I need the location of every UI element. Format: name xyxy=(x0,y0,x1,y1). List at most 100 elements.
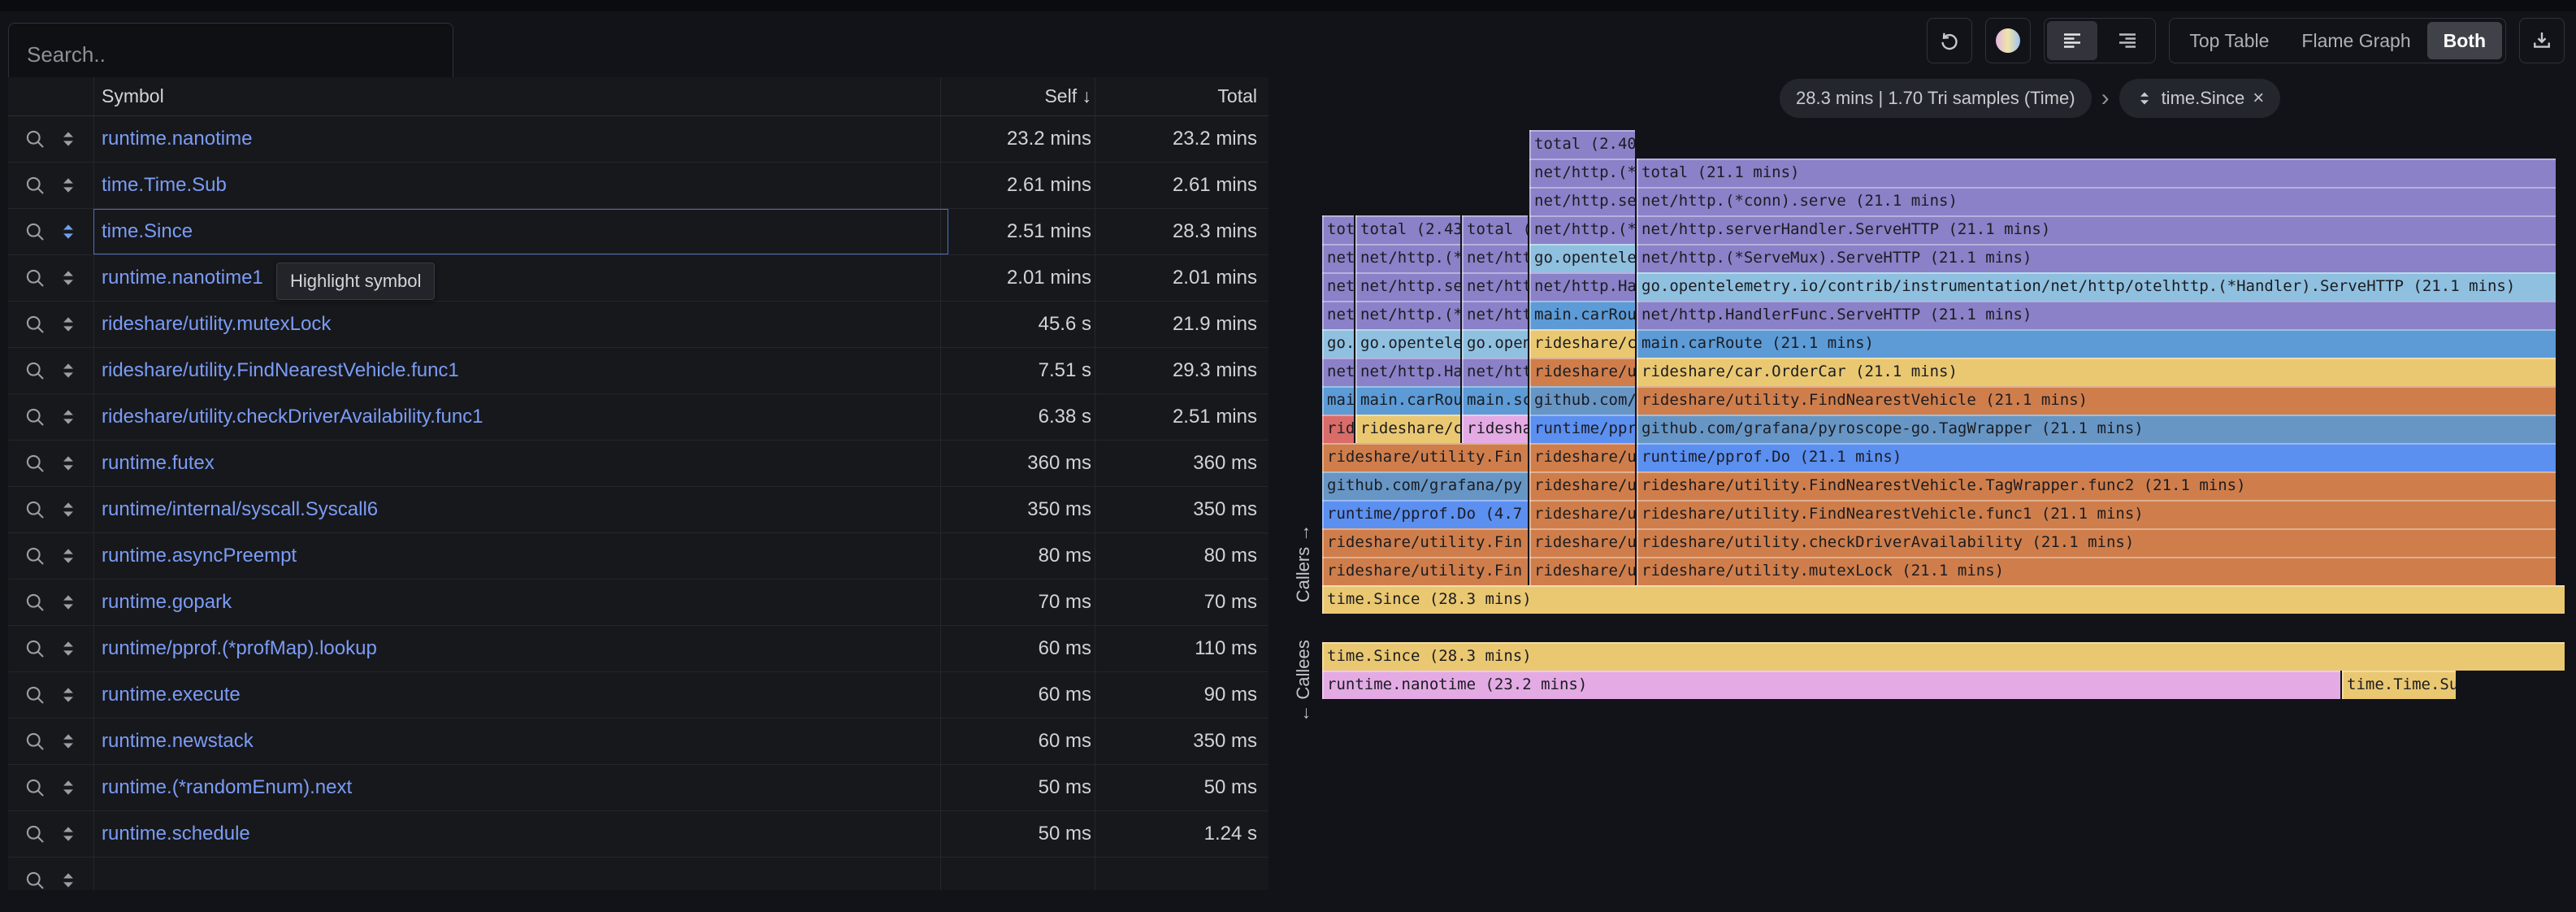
flame-block[interactable]: tot xyxy=(1322,215,1354,244)
flame-block[interactable]: runtime/pprof.Do (21.1 mins) xyxy=(1637,443,2556,471)
magnifier-icon[interactable] xyxy=(24,359,46,382)
flame-block[interactable]: rideshare/utility.FindNearestVehicle.fun… xyxy=(1637,500,2556,528)
updown-icon[interactable] xyxy=(58,777,79,798)
flame-block[interactable]: rideshare/car.OrderCar (21.1 mins) xyxy=(1637,358,2556,386)
updown-icon[interactable] xyxy=(58,638,79,659)
flame-block[interactable]: net xyxy=(1322,272,1354,301)
flame-block[interactable]: github.com/ xyxy=(1529,386,1635,415)
magnifier-icon[interactable] xyxy=(24,730,46,753)
flame-block[interactable]: net/http.Ha xyxy=(1529,272,1635,301)
flame-block[interactable]: rideshare/c xyxy=(1355,415,1460,443)
symbol-link[interactable]: runtime.(*randomEnum).next xyxy=(93,765,948,810)
magnifier-icon[interactable] xyxy=(24,452,46,475)
flame-block[interactable]: rideshare/c xyxy=(1529,329,1635,358)
symbol-link[interactable]: runtime.gopark xyxy=(93,580,948,625)
flame-block[interactable]: main.carRoute (21.1 mins) xyxy=(1637,329,2556,358)
flame-block[interactable]: rideshare/utility.FindNearestVehicle (21… xyxy=(1637,386,2556,415)
flame-block[interactable]: github.com/grafana/py xyxy=(1322,471,1528,500)
header-symbol[interactable]: Symbol xyxy=(93,85,948,107)
updown-icon[interactable] xyxy=(58,360,79,381)
symbol-link[interactable]: rideshare/utility.FindNearestVehicle.fun… xyxy=(93,348,948,393)
magnifier-icon[interactable] xyxy=(24,869,46,890)
header-self[interactable]: Self ↓ xyxy=(948,85,1103,107)
magnifier-icon[interactable] xyxy=(24,591,46,614)
flame-block[interactable]: net/http.HandlerFunc.ServeHTTP (21.1 min… xyxy=(1637,301,2556,329)
symbol-link[interactable]: rideshare/utility.mutexLock xyxy=(93,302,948,347)
flame-block[interactable]: net/http.se xyxy=(1355,272,1460,301)
magnifier-icon[interactable] xyxy=(24,174,46,197)
flame-block[interactable]: net xyxy=(1322,244,1354,272)
flame-block[interactable]: github.com/grafana/pyroscope-go.TagWrapp… xyxy=(1637,415,2556,443)
flame-block[interactable]: main.sc xyxy=(1462,386,1528,415)
magnifier-icon[interactable] xyxy=(24,128,46,150)
symbol-link[interactable]: time.Since xyxy=(93,209,948,254)
flame-block[interactable]: rideshare/utility.Fin xyxy=(1322,443,1528,471)
flame-block[interactable]: net/http.Ha xyxy=(1355,358,1460,386)
magnifier-icon[interactable] xyxy=(24,267,46,289)
magnifier-icon[interactable] xyxy=(24,220,46,243)
magnifier-icon[interactable] xyxy=(24,545,46,567)
flame-block[interactable]: net/htt xyxy=(1462,358,1528,386)
updown-icon[interactable] xyxy=(58,314,79,335)
flame-block[interactable]: time.Since (28.3 mins) xyxy=(1322,585,2565,614)
flame-block[interactable]: go.opentele xyxy=(1529,244,1635,272)
symbol-link[interactable] xyxy=(93,858,948,890)
flame-block[interactable]: rideshare/utility.FindNearestVehicle.Tag… xyxy=(1637,471,2556,500)
flame-block[interactable]: rideshare/utility.mutexLock (21.1 mins) xyxy=(1637,557,2556,585)
flame-block[interactable]: net/htt xyxy=(1462,272,1528,301)
symbol-link[interactable]: runtime.schedule xyxy=(93,811,948,857)
flame-block[interactable]: go.open xyxy=(1462,329,1528,358)
magnifier-icon[interactable] xyxy=(24,823,46,845)
symbol-link[interactable]: runtime.newstack xyxy=(93,719,948,764)
symbol-link[interactable]: runtime/internal/syscall.Syscall6 xyxy=(93,487,948,532)
flame-block[interactable]: main.carRou xyxy=(1529,301,1635,329)
flame-block[interactable]: net/http.(* xyxy=(1529,215,1635,244)
flame-block[interactable]: runtime/pprof.Do (4.7 xyxy=(1322,500,1528,528)
updown-icon[interactable] xyxy=(58,499,79,520)
flame-block[interactable]: net xyxy=(1322,301,1354,329)
symbol-link[interactable]: runtime.execute xyxy=(93,672,948,718)
flame-block[interactable]: total (2.43 xyxy=(1355,215,1460,244)
header-total[interactable]: Total xyxy=(1103,85,1268,107)
flame-block[interactable]: time.Time.Su xyxy=(2342,671,2456,699)
updown-icon[interactable] xyxy=(58,175,79,196)
flame-block[interactable]: rideshare/u xyxy=(1529,528,1635,557)
flame-block[interactable]: net/http.(*ServeMux).ServeHTTP (21.1 min… xyxy=(1637,244,2556,272)
updown-icon[interactable] xyxy=(58,545,79,567)
symbol-link[interactable]: runtime.nanotime xyxy=(93,116,948,162)
symbol-link[interactable]: rideshare/utility.checkDriverAvailabilit… xyxy=(93,394,948,440)
magnifier-icon[interactable] xyxy=(24,406,46,428)
magnifier-icon[interactable] xyxy=(24,637,46,660)
flame-block[interactable]: net xyxy=(1322,358,1354,386)
flame-block[interactable]: rideshare/u xyxy=(1529,557,1635,585)
updown-icon[interactable] xyxy=(58,267,79,289)
updown-icon[interactable] xyxy=(58,406,79,428)
symbol-link[interactable]: runtime.futex xyxy=(93,441,948,486)
flame-block[interactable]: rideshare/utility.Fin xyxy=(1322,557,1528,585)
flame-block[interactable]: go.opentelemetry.io/contrib/instrumentat… xyxy=(1637,272,2556,301)
flame-block[interactable]: rid xyxy=(1322,415,1354,443)
magnifier-icon[interactable] xyxy=(24,313,46,336)
flame-block[interactable]: total ( xyxy=(1462,215,1528,244)
flame-block[interactable]: net/htt xyxy=(1462,244,1528,272)
flame-block[interactable]: time.Since (28.3 mins) xyxy=(1322,642,2565,671)
flame-block[interactable]: runtime.nanotime (23.2 mins) xyxy=(1322,671,2340,699)
flame-block[interactable]: mai xyxy=(1322,386,1354,415)
flame-block[interactable]: net/http.serverHandler.ServeHTTP (21.1 m… xyxy=(1637,215,2556,244)
magnifier-icon[interactable] xyxy=(24,684,46,706)
updown-icon[interactable] xyxy=(58,221,79,242)
updown-icon[interactable] xyxy=(58,731,79,752)
flame-block[interactable]: net/http.(* xyxy=(1355,301,1460,329)
flame-block[interactable]: go.opentele xyxy=(1355,329,1460,358)
flame-block[interactable]: total (21.1 mins) xyxy=(1637,159,2556,187)
symbol-link[interactable]: runtime.asyncPreempt xyxy=(93,533,948,579)
flame-block[interactable]: go. xyxy=(1322,329,1354,358)
magnifier-icon[interactable] xyxy=(24,776,46,799)
symbol-link[interactable]: time.Time.Sub xyxy=(93,163,948,208)
flame-block[interactable]: total (2.40 xyxy=(1529,130,1635,159)
updown-icon[interactable] xyxy=(58,453,79,474)
flame-block[interactable]: ridesha xyxy=(1462,415,1528,443)
symbol-link[interactable]: runtime/pprof.(*profMap).lookup xyxy=(93,626,948,671)
flame-block[interactable]: net/http.(* xyxy=(1355,244,1460,272)
flame-block[interactable]: main.carRou xyxy=(1355,386,1460,415)
